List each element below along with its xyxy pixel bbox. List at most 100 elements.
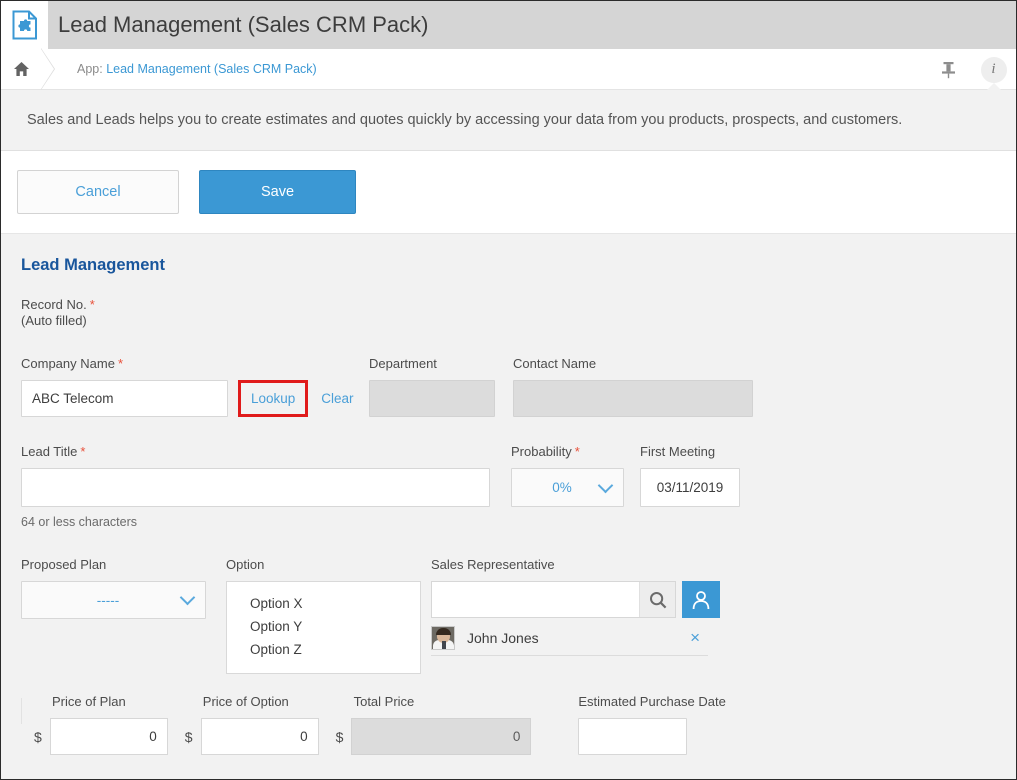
app-description-text: Sales and Leads helps you to create esti… <box>27 112 903 128</box>
field-sales-representative: Sales Representative John Jones × <box>431 557 720 674</box>
list-item[interactable]: Option Z <box>227 638 420 661</box>
pin-button[interactable] <box>925 49 971 90</box>
company-name-label-text: Company Name <box>21 356 115 371</box>
required-marker: * <box>80 444 86 459</box>
company-name-label: Company Name * <box>21 356 369 371</box>
remove-user-icon[interactable]: × <box>690 628 708 648</box>
first-meeting-input[interactable] <box>640 468 740 507</box>
proposed-plan-value: ----- <box>96 592 120 608</box>
chevron-down-icon <box>179 589 196 606</box>
proposed-plan-label: Proposed Plan <box>21 557 107 572</box>
field-proposed-plan: Proposed Plan ----- <box>21 557 226 674</box>
proposed-plan-select[interactable]: ----- <box>21 581 206 619</box>
price-group-divider <box>21 698 22 724</box>
select-user-button[interactable] <box>682 581 720 618</box>
sales-rep-search-input[interactable] <box>432 582 639 617</box>
search-icon <box>649 591 666 608</box>
price-of-plan-label: Price of Plan <box>52 694 126 709</box>
lead-title-label: Lead Title * <box>21 444 511 459</box>
row-company: Company Name* Lookup Clear Department Co… <box>1 356 1016 417</box>
option-label: Option <box>226 557 265 572</box>
clear-button[interactable]: Clear <box>321 391 353 406</box>
lead-form: Lead Management Record No. * (Auto filled… <box>1 234 1016 779</box>
department-label: Department <box>369 356 437 371</box>
probability-select[interactable]: 0% <box>511 468 624 507</box>
list-item[interactable]: Option Y <box>227 615 420 638</box>
breadcrumb-actions: i <box>925 49 1016 91</box>
sales-rep-label: Sales Representative <box>431 557 555 572</box>
window-title: Lead Management (Sales CRM Pack) <box>58 12 429 37</box>
app-description-banner: Sales and Leads helps you to create esti… <box>1 90 1016 151</box>
price-of-option-currency: $ <box>184 728 193 745</box>
breadcrumb-separator-icon <box>37 47 63 90</box>
record-no-label: Record No. * <box>21 297 95 312</box>
price-of-option-input[interactable] <box>200 718 319 755</box>
avatar-hair <box>436 628 451 635</box>
estimated-purchase-date-label: Estimated Purchase Date <box>578 694 726 709</box>
title-bar: Lead Management (Sales CRM Pack) <box>1 1 1016 49</box>
selected-user-name: John Jones <box>467 630 539 646</box>
breadcrumb: App: Lead Management (Sales CRM Pack) i <box>1 47 1016 91</box>
probability-label-text: Probability <box>511 444 572 459</box>
chevron-down-icon <box>597 477 614 493</box>
row-plan: Proposed Plan ----- Option Option X Opti… <box>1 557 1016 674</box>
app-puzzle-document-icon <box>12 10 37 40</box>
avatar <box>431 626 455 650</box>
lead-title-label-text: Lead Title <box>21 444 78 459</box>
company-name-input[interactable] <box>21 380 228 417</box>
total-price-input <box>351 718 532 755</box>
lookup-button-highlight: Lookup <box>238 380 309 417</box>
info-button[interactable]: i <box>971 49 1016 91</box>
estimated-purchase-date-input[interactable] <box>578 718 688 755</box>
price-of-plan-input[interactable] <box>49 718 168 755</box>
field-price-of-plan: Price of Plan $ <box>34 694 168 755</box>
field-contact-name: Contact Name <box>513 356 753 417</box>
breadcrumb-prefix: App: <box>77 62 103 76</box>
pin-icon <box>941 61 955 78</box>
field-lead-title: Lead Title * 64 or less characters <box>21 444 511 529</box>
required-marker: * <box>117 356 123 371</box>
action-bar: Cancel Save <box>1 151 1016 234</box>
save-button[interactable]: Save <box>199 170 356 214</box>
contact-name-label: Contact Name <box>513 356 597 371</box>
cancel-button[interactable]: Cancel <box>17 170 179 214</box>
row-prices: Price of Plan $ Price of Option $ Total … <box>1 694 1016 755</box>
field-first-meeting: First Meeting <box>640 444 740 529</box>
sales-rep-search <box>431 581 676 618</box>
total-price-label: Total Price <box>353 694 415 709</box>
field-option: Option Option X Option Y Option Z <box>226 557 431 674</box>
application-window: Lead Management (Sales CRM Pack) App: Le… <box>0 0 1017 780</box>
home-button[interactable] <box>1 61 37 77</box>
contact-name-input <box>513 380 753 417</box>
field-company-name: Company Name* Lookup Clear <box>21 356 369 417</box>
breadcrumb-current: App: Lead Management (Sales CRM Pack) <box>63 62 317 76</box>
department-input <box>369 380 495 417</box>
info-caret-icon <box>985 83 1002 91</box>
probability-value: 0% <box>552 480 572 495</box>
person-icon <box>692 590 710 609</box>
selected-user-chip: John Jones × <box>431 626 708 656</box>
lead-title-hint: 64 or less characters <box>21 515 138 529</box>
field-probability: Probability * 0% <box>511 444 640 529</box>
home-icon <box>13 62 29 76</box>
required-marker: * <box>89 297 95 312</box>
first-meeting-label: First Meeting <box>640 444 716 459</box>
total-price-currency: $ <box>335 728 344 745</box>
price-of-option-label: Price of Option <box>202 694 289 709</box>
required-marker: * <box>574 444 580 459</box>
record-no-label-text: Record No. <box>21 297 87 312</box>
lead-title-input[interactable] <box>21 468 490 507</box>
page-title: Lead Management <box>21 256 165 274</box>
row-lead-title: Lead Title * 64 or less characters Probab… <box>1 444 1016 529</box>
search-button[interactable] <box>639 582 675 617</box>
lookup-button[interactable]: Lookup <box>251 391 295 406</box>
field-price-of-option: Price of Option $ <box>185 694 319 755</box>
breadcrumb-app-link[interactable]: Lead Management (Sales CRM Pack) <box>106 62 317 76</box>
field-estimated-purchase-date: Estimated Purchase Date <box>578 694 726 755</box>
list-item[interactable]: Option X <box>227 592 420 615</box>
record-no-value: (Auto filled) <box>21 313 87 328</box>
option-listbox[interactable]: Option X Option Y Option Z <box>226 581 421 674</box>
info-icon: i <box>980 56 1007 83</box>
field-department: Department <box>369 356 513 417</box>
avatar-tie <box>442 641 446 649</box>
